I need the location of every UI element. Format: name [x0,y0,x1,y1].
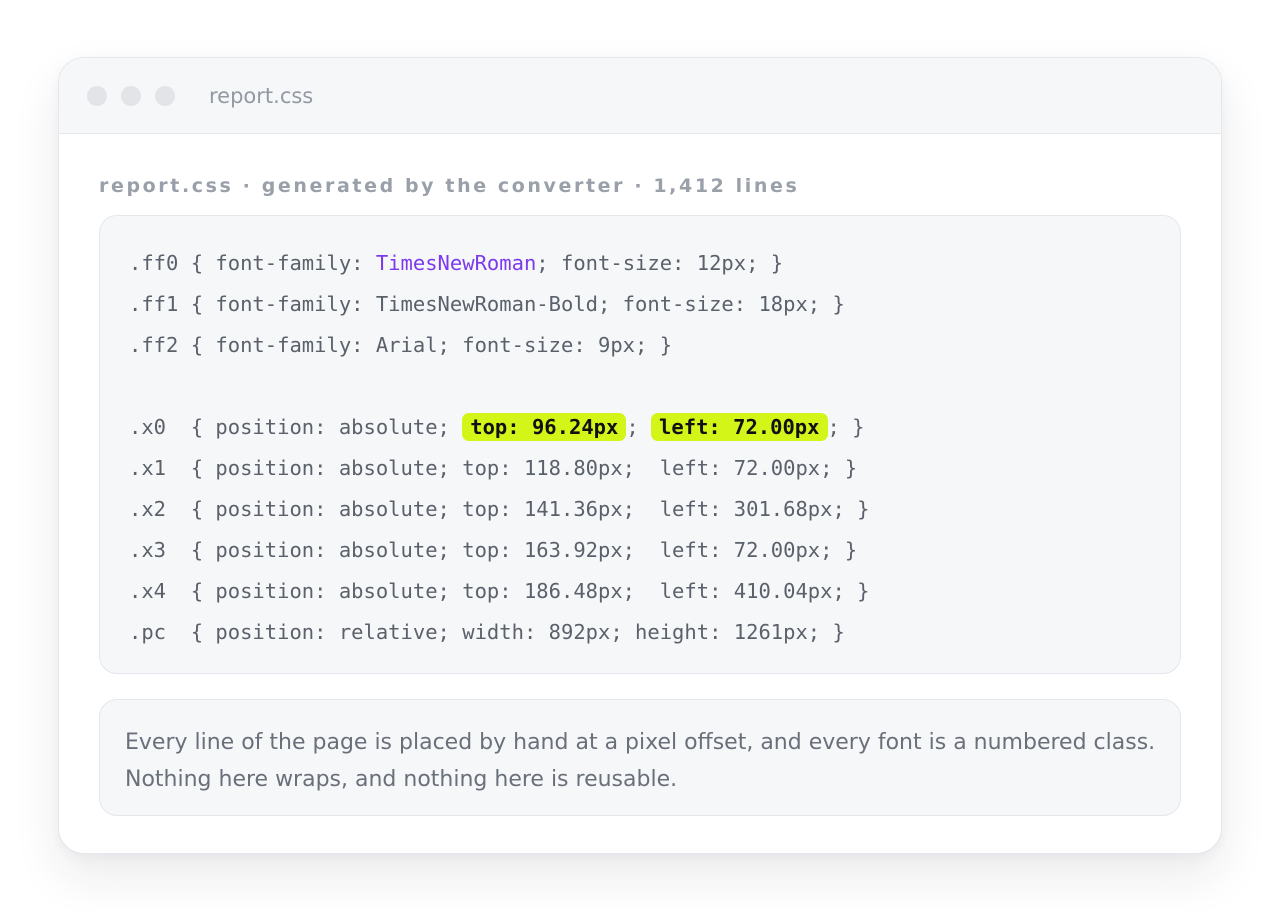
code-token: .pc { position: relative; width: 892px; … [129,620,845,644]
code-line: .x1 { position: absolute; top: 118.80px;… [129,448,1180,489]
code-line: .ff2 { font-family: Arial; font-size: 9p… [129,325,1180,366]
code-block[interactable]: .ff0 { font-family: TimesNewRoman; font-… [99,215,1181,674]
file-caption: report.css · generated by the converter … [99,175,800,197]
window-content: report.css · generated by the converter … [59,134,1221,816]
accent-token: TimesNewRoman [375,251,537,275]
code-token: .x0 { position: absolute; [129,415,463,439]
note-text: Every line of the page is placed by hand… [125,730,1156,792]
code-token: .ff0 { font-family: [129,251,376,275]
code-token: ; } [827,415,865,439]
code-line: .ff1 { font-family: TimesNewRoman-Bold; … [129,284,1180,325]
code-token: .ff1 { font-family: TimesNewRoman-Bold; … [129,292,845,316]
code-line: .pc { position: relative; width: 892px; … [129,612,1180,653]
window-maximize-button[interactable] [155,85,175,106]
code-token: ; [626,415,652,439]
editor-window: report.css report.css · generated by the… [58,57,1222,854]
code-token: .x1 { position: absolute; top: 118.80px;… [129,456,858,480]
code-token: .ff2 { font-family: Arial; font-size: 9p… [129,333,673,357]
code-line: .ff0 { font-family: TimesNewRoman; font-… [129,243,1180,284]
code-token: .x4 { position: absolute; top: 186.48px;… [129,579,870,603]
code-token: ; font-size: 12px; } [536,251,784,275]
highlighted-token: top: 96.24px [462,413,627,441]
highlighted-token: left: 72.00px [651,413,828,441]
title-bar: report.css [59,58,1221,134]
code-line: .x3 { position: absolute; top: 163.92px;… [129,530,1180,571]
code-line: .x0 { position: absolute; top: 96.24px ; … [129,407,1180,448]
code-line: .x4 { position: absolute; top: 186.48px;… [129,571,1180,612]
window-close-button[interactable] [87,85,107,106]
window-title: report.css [209,83,314,108]
window-minimize-button[interactable] [121,85,141,106]
note-box: Every line of the page is placed by hand… [99,699,1181,816]
code-token: .x3 { position: absolute; top: 163.92px;… [129,538,858,562]
code-line: .x2 { position: absolute; top: 141.36px;… [129,489,1180,530]
code-token: .x2 { position: absolute; top: 141.36px;… [129,497,870,521]
